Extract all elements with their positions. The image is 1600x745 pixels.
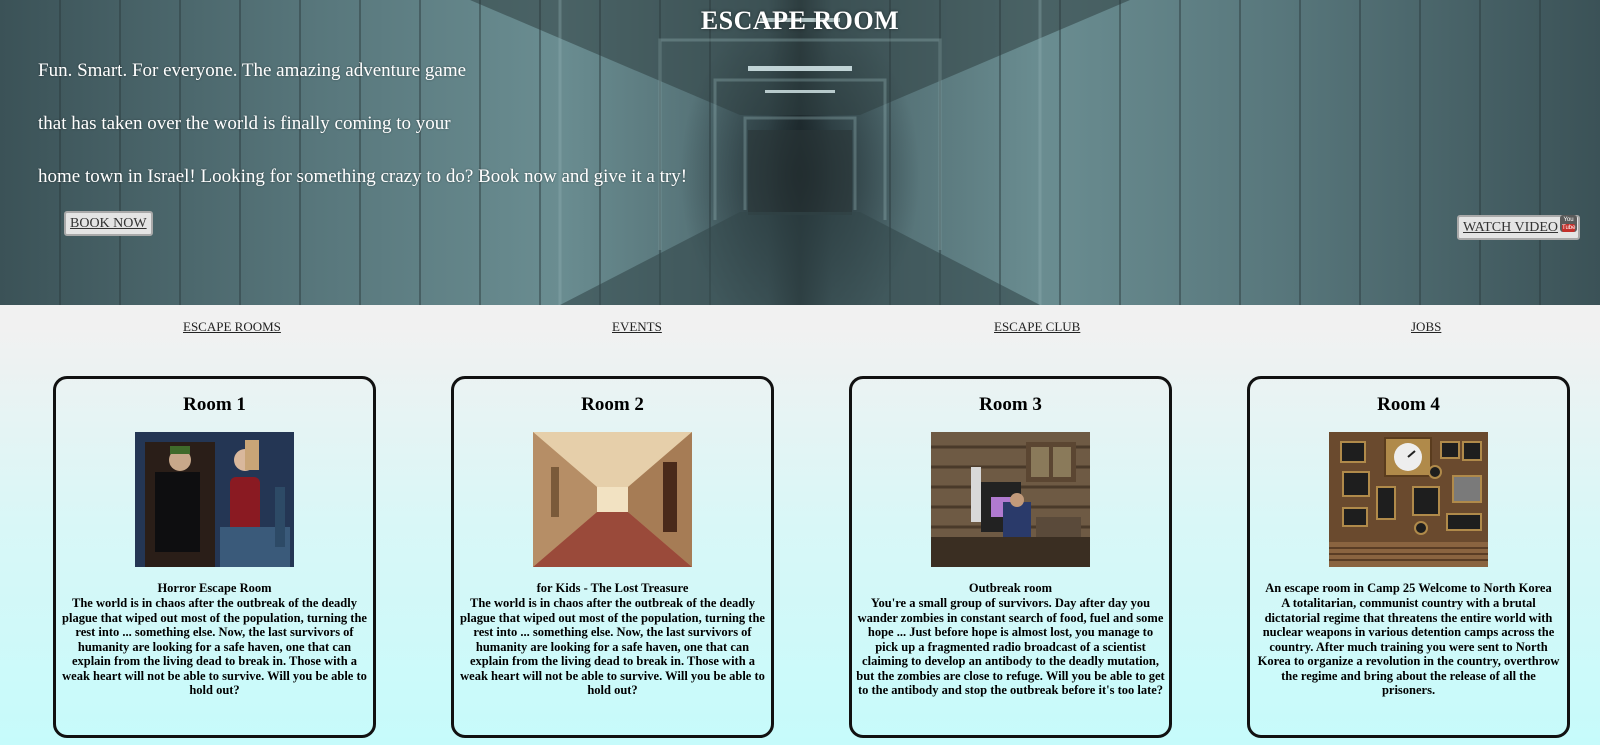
nav-escape-rooms[interactable]: ESCAPE ROOMS [183,319,281,335]
room-title: Room 1 [183,394,246,415]
room-card-1[interactable]: Room 1 Horror Escape Room The world is i… [53,376,376,738]
book-now-button[interactable]: BOOK NOW [64,211,153,236]
horror-room-image[interactable] [135,432,294,567]
tagline-line-2: that has taken over the world is finally… [38,113,451,134]
nav-escape-club[interactable]: ESCAPE CLUB [994,319,1080,335]
cabin-image[interactable] [931,432,1090,567]
room-title: Room 3 [979,394,1042,415]
hallway-image[interactable] [533,432,692,567]
nav-jobs[interactable]: JOBS [1411,319,1441,335]
room-subtitle: Outbreak room [968,581,1053,595]
nav-events[interactable]: EVENTS [612,319,662,335]
room-card-4[interactable]: Room 4 An escape room in Camp 25 Welcome… [1247,376,1570,738]
youtube-icon: You Tube [1560,215,1578,232]
room-description: You're a small group of survivors. Day a… [856,596,1165,697]
room-title: Room 4 [1377,394,1440,415]
room-card-2[interactable]: Room 2 for Kids - The Lost Treasure The … [451,376,774,738]
room-description: The world is in chaos after the outbreak… [460,596,765,697]
room-description: The world is in chaos after the outbreak… [62,596,367,697]
tagline-line-3: home town in Israel! Looking for somethi… [38,166,688,187]
corridor-background [59,0,1541,305]
book-now-label: BOOK NOW [70,216,147,231]
tagline-line-1: Fun. Smart. For everyone. The amazing ad… [38,60,467,81]
hero-banner: ESCAPE ROOM Fun. Smart. For everyone. Th… [0,0,1600,305]
watch-video-label: WATCH VIDEO [1463,220,1559,235]
room-subtitle: Horror Escape Room [157,581,272,595]
room-card-3[interactable]: Room 3 Outbreak room You're a small grou… [849,376,1172,738]
watch-video-button[interactable]: WATCH VIDEO You Tube [1457,215,1581,240]
room-subtitle: An escape room in Camp 25 Welcome to Nor… [1265,581,1552,595]
room-description: A totalitarian, communist country with a… [1257,596,1560,697]
frames-wall-image[interactable] [1329,432,1488,567]
room-title: Room 2 [581,394,644,415]
page-title: ESCAPE ROOM [700,6,900,35]
room-subtitle: for Kids - The Lost Treasure [536,581,689,595]
